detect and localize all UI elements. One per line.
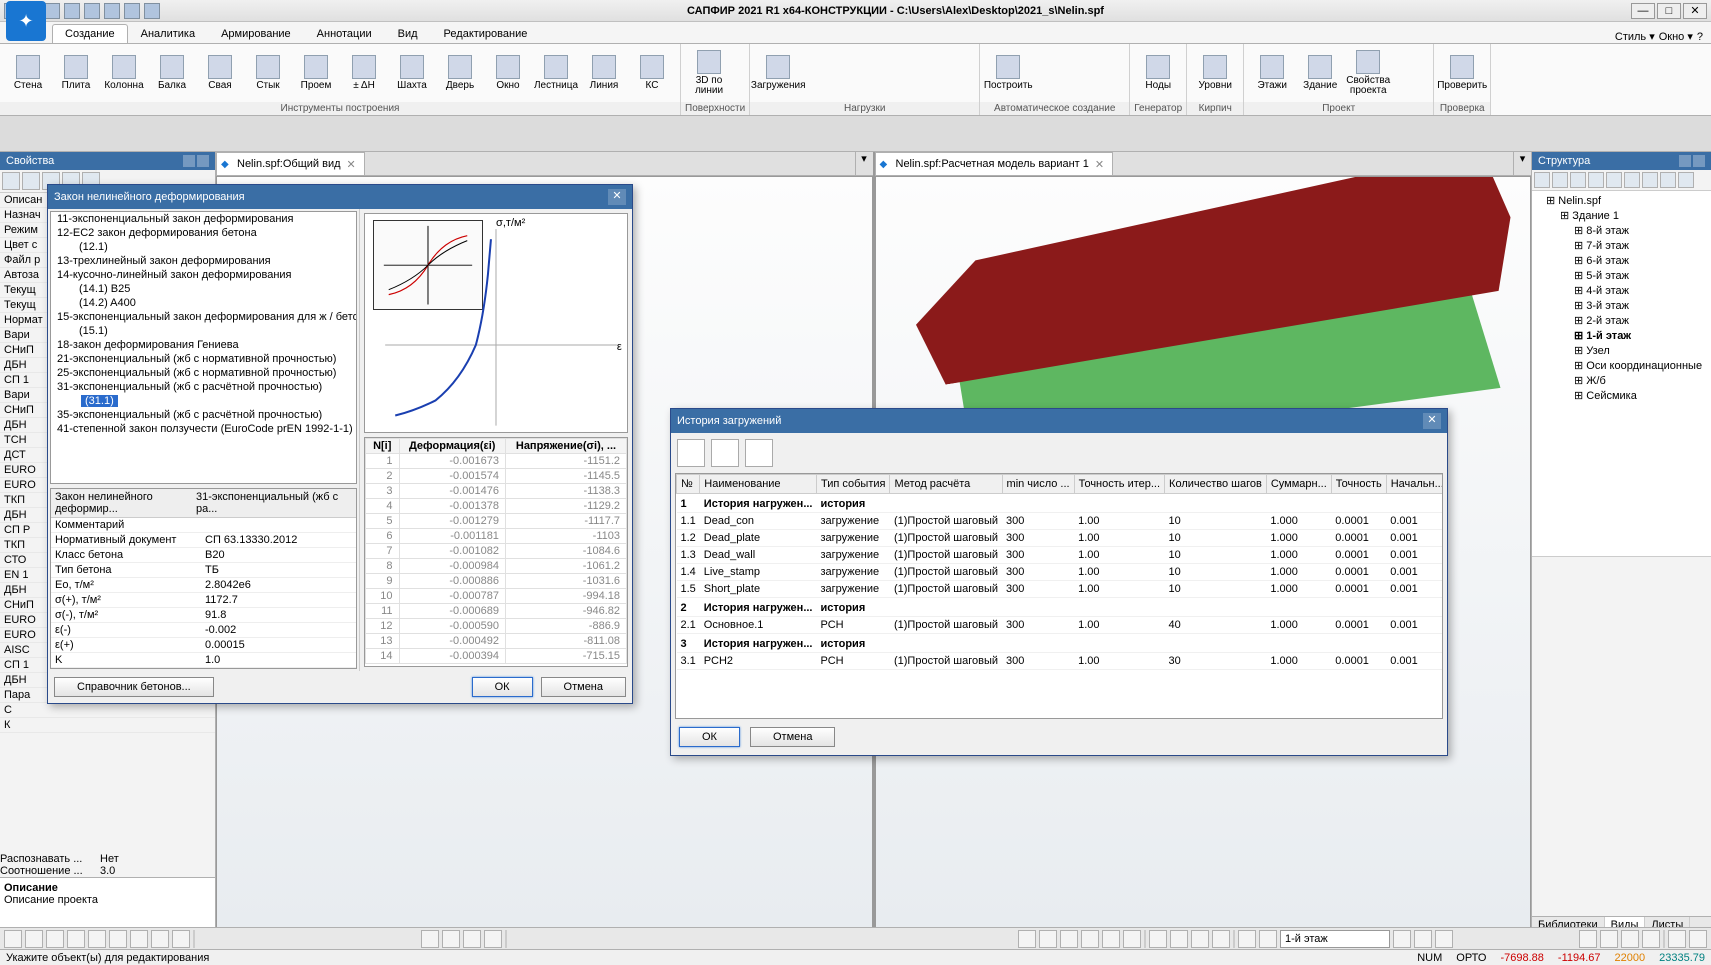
- tool-Свая[interactable]: Свая: [198, 55, 242, 91]
- tool-Загружения[interactable]: Загружения: [756, 55, 800, 91]
- y-axis-label: σ,т/м²: [496, 217, 526, 229]
- group-label: Инструменты построения: [0, 102, 680, 115]
- status-bar: Укажите объект(ы) для редактирования NUM…: [0, 949, 1711, 965]
- app-menu-button[interactable]: ✦: [6, 1, 46, 41]
- tool-Здание[interactable]: Здание: [1298, 55, 1342, 91]
- close-button[interactable]: ✕: [1683, 3, 1707, 19]
- tool-3D по линии[interactable]: 3D по линии: [687, 50, 731, 96]
- tool-± ΔH[interactable]: ± ΔH: [342, 55, 386, 91]
- tab-view[interactable]: Вид: [385, 24, 431, 43]
- floor-combo[interactable]: 1-й этаж: [1280, 930, 1390, 948]
- tool-Линия[interactable]: Линия: [582, 55, 626, 91]
- tree-node[interactable]: ⊞ Nelin.spf: [1534, 193, 1709, 208]
- description-box: Описание Описание проекта: [0, 877, 215, 933]
- tree-node[interactable]: ⊞ 3-й этаж: [1534, 298, 1709, 313]
- tree-node[interactable]: ⊞ Здание 1: [1534, 208, 1709, 223]
- tree-node[interactable]: ⊞ 5-й этаж: [1534, 268, 1709, 283]
- reference-button[interactable]: Справочник бетонов...: [54, 677, 214, 697]
- delete-icon[interactable]: [745, 439, 773, 467]
- tree-node[interactable]: ⊞ Узел: [1534, 343, 1709, 358]
- qat-icon[interactable]: [124, 3, 140, 19]
- qat-icon[interactable]: [64, 3, 80, 19]
- dialog-title: Закон нелинейного деформирования: [54, 191, 245, 203]
- tree-node[interactable]: ⊞ Сейсмика: [1534, 388, 1709, 403]
- titlebar: САПФИР 2021 R1 x64-КОНСТРУКЦИИ - C:\User…: [0, 0, 1711, 22]
- tool-Окно[interactable]: Окно: [486, 55, 530, 91]
- view-dropdown[interactable]: ▾: [855, 152, 873, 175]
- spacer-strip: [0, 116, 1711, 152]
- cancel-button[interactable]: Отмена: [541, 677, 626, 697]
- app-title: САПФИР 2021 R1 x64-КОНСТРУКЦИИ - C:\User…: [160, 5, 1631, 17]
- add-icon[interactable]: [677, 439, 705, 467]
- tab-create[interactable]: Создание: [52, 24, 128, 43]
- tool-Ноды[interactable]: Ноды: [1136, 55, 1180, 91]
- deformation-law-dialog: Закон нелинейного деформирования ✕ 11-экс…: [47, 184, 633, 704]
- tree-node[interactable]: ⊞ 4-й этаж: [1534, 283, 1709, 298]
- ribbon: СтенаПлитаКолоннаБалкаСваяСтыкПроем± ΔHШ…: [0, 44, 1711, 116]
- tool-Уровни[interactable]: Уровни: [1193, 55, 1237, 91]
- x-axis-label: ε: [617, 341, 622, 353]
- window-menu[interactable]: Окно ▾: [1659, 30, 1693, 43]
- tool-Лестница[interactable]: Лестница: [534, 55, 578, 91]
- view-dropdown[interactable]: ▾: [1513, 152, 1531, 175]
- view-tab-1[interactable]: Nelin.spf:Общий вид✕: [216, 152, 365, 175]
- window-controls: — □ ✕: [1631, 3, 1707, 19]
- tree-node[interactable]: ⊞ Оси координационные: [1534, 358, 1709, 373]
- tab-analytics[interactable]: Аналитика: [128, 24, 208, 43]
- close-icon[interactable]: ✕: [347, 158, 356, 171]
- close-icon[interactable]: [197, 155, 209, 167]
- law-params: Закон нелинейного деформир...31-экспонен…: [50, 488, 357, 669]
- view-tab-2[interactable]: Nelin.spf:Расчетная модель вариант 1✕: [875, 152, 1114, 175]
- load-history-dialog: История загружений ✕ №НаименованиеТип соб…: [670, 408, 1448, 756]
- qat-icon[interactable]: [84, 3, 100, 19]
- tree-node[interactable]: ⊞ Ж/б: [1534, 373, 1709, 388]
- status-prompt: Укажите объект(ы) для редактирования: [6, 952, 209, 964]
- tool-Проверить[interactable]: Проверить: [1440, 55, 1484, 91]
- qat-icon[interactable]: [44, 3, 60, 19]
- tool-Шахта[interactable]: Шахта: [390, 55, 434, 91]
- snap-toolbar: 1-й этаж: [0, 927, 1711, 949]
- tab-reinforcement[interactable]: Армирование: [208, 24, 304, 43]
- tool-Проем[interactable]: Проем: [294, 55, 338, 91]
- stress-strain-chart: σ,т/м² ε: [364, 213, 628, 433]
- tool-Свойства проекта[interactable]: Свойства проекта: [1346, 50, 1390, 96]
- load-history-grid[interactable]: №НаименованиеТип событияМетод расчётаmin…: [675, 473, 1443, 719]
- tool-Дверь[interactable]: Дверь: [438, 55, 482, 91]
- tool-Построить[interactable]: Построить: [986, 55, 1030, 91]
- deformation-table[interactable]: N[i]Деформация(εi)Напряжение(σi), ...1-0…: [364, 437, 628, 667]
- help-icon[interactable]: ?: [1697, 31, 1703, 43]
- ok-button[interactable]: ОК: [472, 677, 533, 697]
- tree-node[interactable]: ⊞ 6-й этаж: [1534, 253, 1709, 268]
- minimize-button[interactable]: —: [1631, 3, 1655, 19]
- panel-title: Свойства: [6, 155, 54, 167]
- close-icon[interactable]: ✕: [1423, 413, 1441, 429]
- tool-Плита[interactable]: Плита: [54, 55, 98, 91]
- tree-node[interactable]: ⊞ 8-й этаж: [1534, 223, 1709, 238]
- tool-КС[interactable]: КС: [630, 55, 674, 91]
- ribbon-tabs: ✦ Создание Аналитика Армирование Аннотац…: [0, 22, 1711, 44]
- qat-icon[interactable]: [104, 3, 120, 19]
- tool-Этажи[interactable]: Этажи: [1250, 55, 1294, 91]
- tool-Балка[interactable]: Балка: [150, 55, 194, 91]
- pin-icon[interactable]: [183, 155, 195, 167]
- tool-Стена[interactable]: Стена: [6, 55, 50, 91]
- maximize-button[interactable]: □: [1657, 3, 1681, 19]
- tree-node[interactable]: ⊞ 2-й этаж: [1534, 313, 1709, 328]
- tree-node[interactable]: ⊞ 1-й этаж: [1534, 328, 1709, 343]
- style-menu[interactable]: Стиль ▾: [1615, 30, 1655, 43]
- edit-icon[interactable]: [711, 439, 739, 467]
- tab-annotations[interactable]: Аннотации: [304, 24, 385, 43]
- dialog-title: История загружений: [677, 415, 781, 427]
- cancel-button[interactable]: Отмена: [750, 727, 835, 747]
- structure-panel: Структура ⊞ Nelin.spf⊞ Здание 1⊞ 8-й эта…: [1531, 152, 1711, 933]
- tool-Стык[interactable]: Стык: [246, 55, 290, 91]
- law-list[interactable]: 11-экспоненциальный закон деформирования…: [50, 211, 357, 484]
- close-icon[interactable]: ✕: [608, 189, 626, 205]
- close-icon[interactable]: ✕: [1095, 158, 1104, 171]
- tab-edit[interactable]: Редактирование: [431, 24, 541, 43]
- qat-icon[interactable]: [144, 3, 160, 19]
- ok-button[interactable]: ОК: [679, 727, 740, 747]
- tree-node[interactable]: ⊞ 7-й этаж: [1534, 238, 1709, 253]
- tool-Колонна[interactable]: Колонна: [102, 55, 146, 91]
